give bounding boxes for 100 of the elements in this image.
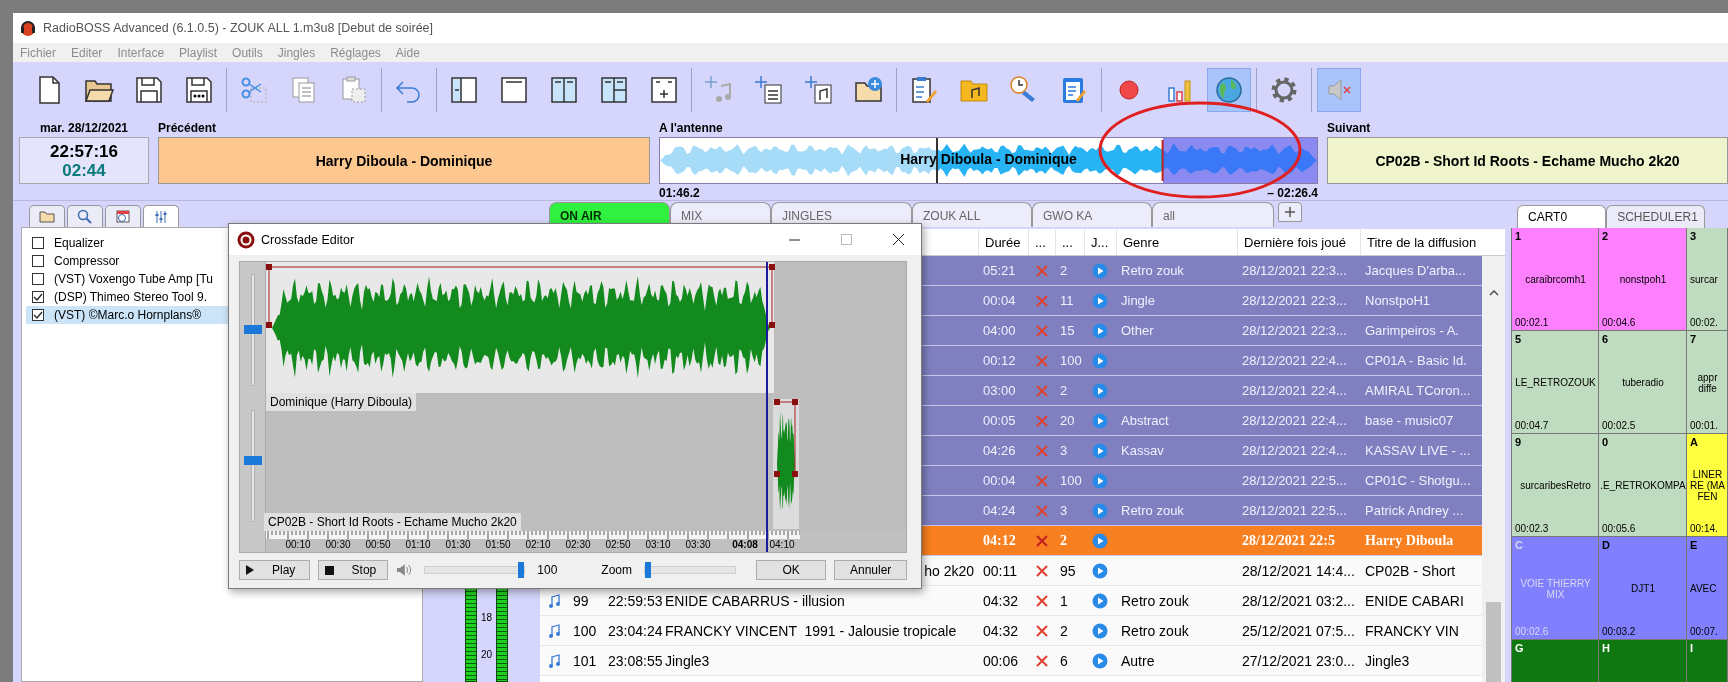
add-tab-button[interactable] [1278, 202, 1302, 222]
panel-tab[interactable] [143, 205, 179, 227]
cart-button[interactable]: I [1687, 640, 1728, 682]
duration-cell-text: 00:11 [982, 562, 1018, 579]
last-played-cell-text: 28/12/2021 22:3... [1241, 263, 1348, 278]
slider-thumb[interactable] [243, 455, 262, 465]
column-header[interactable]: Genre [1116, 229, 1237, 255]
cart-key: 1 [1515, 230, 1596, 242]
panel-tab[interactable] [29, 205, 65, 227]
plugin-item[interactable]: (DSP) Thimeo Stereo Tool 9. [26, 288, 418, 306]
cart-button[interactable]: D DJT1 00:03.2 [1599, 537, 1687, 640]
track-title: ENIDE CABARRUS - illusion [665, 592, 845, 609]
column-header[interactable]: J... [1084, 229, 1116, 255]
column-header[interactable]: ... [1028, 229, 1055, 255]
checkbox[interactable] [32, 291, 44, 303]
previous-label: Précédent [158, 121, 218, 137]
last-played-cell-text: 28/12/2021 14:4... [1241, 562, 1356, 579]
cart-button[interactable]: 7 appr diffe 00:01. [1687, 331, 1728, 434]
cart-button[interactable]: 3 surcar 00:02. [1687, 228, 1728, 331]
track-number: 99 [573, 592, 589, 609]
slider-thumb[interactable] [644, 562, 651, 578]
slider-thumb[interactable] [518, 562, 525, 578]
last-played-cell-text: 25/12/2021 07:5... [1241, 622, 1356, 639]
genre-cell: Retro zouk [1121, 592, 1189, 609]
cart-key: 5 [1515, 333, 1596, 345]
time-tick-label: 01:30 [445, 539, 471, 551]
plugin-name: Equalizer [54, 236, 105, 250]
last-played-cell-text: 28/12/2021 22:4... [1241, 443, 1348, 458]
checkbox[interactable] [32, 309, 44, 321]
cart-item-name: LE_RETROZOUK [1515, 377, 1596, 388]
playlist-row[interactable]: 100 23:04:24 FRANCKY VINCENT 1991 - Jalousie tropicale 04:32 2 Retro zouk 25/12/2021 07:5... FRANCKY VIN [540, 616, 1482, 646]
cart-item-name: caraibrcomh1 [1525, 274, 1586, 285]
cart-button[interactable]: E AVEC 00:07. [1687, 537, 1728, 640]
time-tick-label: 00:30 [325, 539, 351, 551]
column-header[interactable]: Durée [978, 229, 1028, 255]
cart-button[interactable]: 2 nonstpoh1 00:04.6 [1599, 228, 1687, 331]
cart-tab[interactable]: SCHEDULER1 [1606, 205, 1705, 228]
duration-cell-text: 04:00 [982, 323, 1017, 338]
playlist-row[interactable]: 101 23:08:55 Jingle3 00:06 6 Autre 27/12/2021 23:0... Jingle3 [540, 646, 1482, 676]
cart-key: A [1690, 436, 1725, 448]
plugin-item[interactable]: (VST) Voxengo Tube Amp [Tu [26, 270, 418, 288]
cart-key: 7 [1690, 333, 1725, 345]
playlist-row[interactable]: 99 22:59:53 ENIDE CABARRUS - illusion 04:32 1 Retro zouk 28/12/2021 03:2... ENIDE CABARI [540, 586, 1482, 616]
play-circle-icon [1092, 322, 1108, 339]
genre-cell: Other [1121, 323, 1154, 338]
cart-button[interactable]: G [1511, 640, 1599, 682]
scrollbar-thumb[interactable] [1486, 602, 1501, 682]
cross-icon [1035, 564, 1048, 577]
close-icon [892, 234, 904, 245]
app-logo-icon [237, 230, 255, 249]
genre-cell: Retro zouk [1121, 263, 1184, 278]
track-label: CP02B - Short Id Roots - Echame Mucho 2k20 [264, 513, 521, 532]
slider-thumb[interactable] [243, 325, 262, 334]
checkbox[interactable] [32, 237, 44, 249]
cart-button[interactable]: 5 LE_RETROZOUK 00:04.7 [1511, 331, 1599, 434]
track-title: Jingle3 [665, 652, 710, 669]
play-count-cell-text: 2 [1059, 383, 1069, 398]
cart-button[interactable]: 6 tuberadio 00:02.5 [1599, 331, 1687, 434]
cart-button[interactable]: 9 surcaribesRetro 00:02.3 [1511, 434, 1599, 537]
cross-icon [1035, 414, 1048, 427]
next-track: CP02B - Short Id Roots - Echame Mucho 2k20 [1327, 137, 1728, 184]
checkbox[interactable] [32, 273, 44, 285]
duration-cell-text: 00:06 [982, 652, 1020, 669]
play-circle-icon [1092, 562, 1108, 579]
cart-button[interactable]: 1 caraibrcomh1 00:02.1 [1511, 228, 1599, 331]
playlist-tab[interactable]: all [1152, 202, 1274, 227]
app-logo-icon [19, 19, 37, 37]
broadcast-title-cell-text: base - music07 [1364, 413, 1455, 428]
duration-cell-text: 04:32 [982, 592, 1020, 609]
play-button[interactable]: Play [239, 560, 310, 580]
cancel-button[interactable]: Annuler [834, 560, 907, 580]
cart-key: I [1690, 642, 1725, 654]
panel-tab[interactable] [105, 205, 141, 227]
genre-cell: Retro zouk [1121, 622, 1189, 639]
time-tick-label: 02:30 [565, 539, 591, 551]
cart-button[interactable]: 0 .E_RETROKOMPA 00:05.6 [1599, 434, 1687, 537]
play-count-cell-text: 95 [1059, 562, 1077, 579]
panel-tab[interactable] [67, 205, 103, 227]
globe-button[interactable] [1207, 67, 1251, 112]
cart-button[interactable]: H [1599, 640, 1687, 682]
time-tick-label: 03:30 [685, 539, 711, 551]
column-header[interactable]: ... [1055, 229, 1084, 255]
checkbox[interactable] [32, 255, 44, 267]
broadcast-title-cell-text: Garimpeiros - A. [1364, 323, 1460, 338]
genre-cell: Jingle [1121, 293, 1155, 308]
cart-button[interactable]: A LINER RE (MA FEN 00:14. [1687, 434, 1728, 537]
column-header[interactable]: Dernière fois joué [1237, 229, 1360, 255]
last-played-cell-text: 28/12/2021 22:3... [1241, 323, 1348, 338]
broadcast-title-cell-text: FRANCKY VIN [1364, 622, 1460, 639]
playlist-tab[interactable]: GWO KA [1032, 202, 1152, 227]
cart-key: 3 [1690, 230, 1725, 242]
cart-item-name: VOIE THIERRY MIX [1519, 577, 1592, 600]
stop-button[interactable]: Stop [317, 560, 389, 580]
ok-button[interactable]: OK [755, 560, 827, 580]
cart-tab[interactable]: CART0 [1517, 205, 1607, 228]
plugin-item[interactable]: Compressor [26, 252, 418, 270]
cart-duration: 00:01. [1690, 420, 1719, 431]
cross-icon [1035, 624, 1048, 637]
playlist-tab[interactable]: ZOUK ALL [912, 202, 1032, 227]
cart-key: D [1602, 539, 1684, 551]
